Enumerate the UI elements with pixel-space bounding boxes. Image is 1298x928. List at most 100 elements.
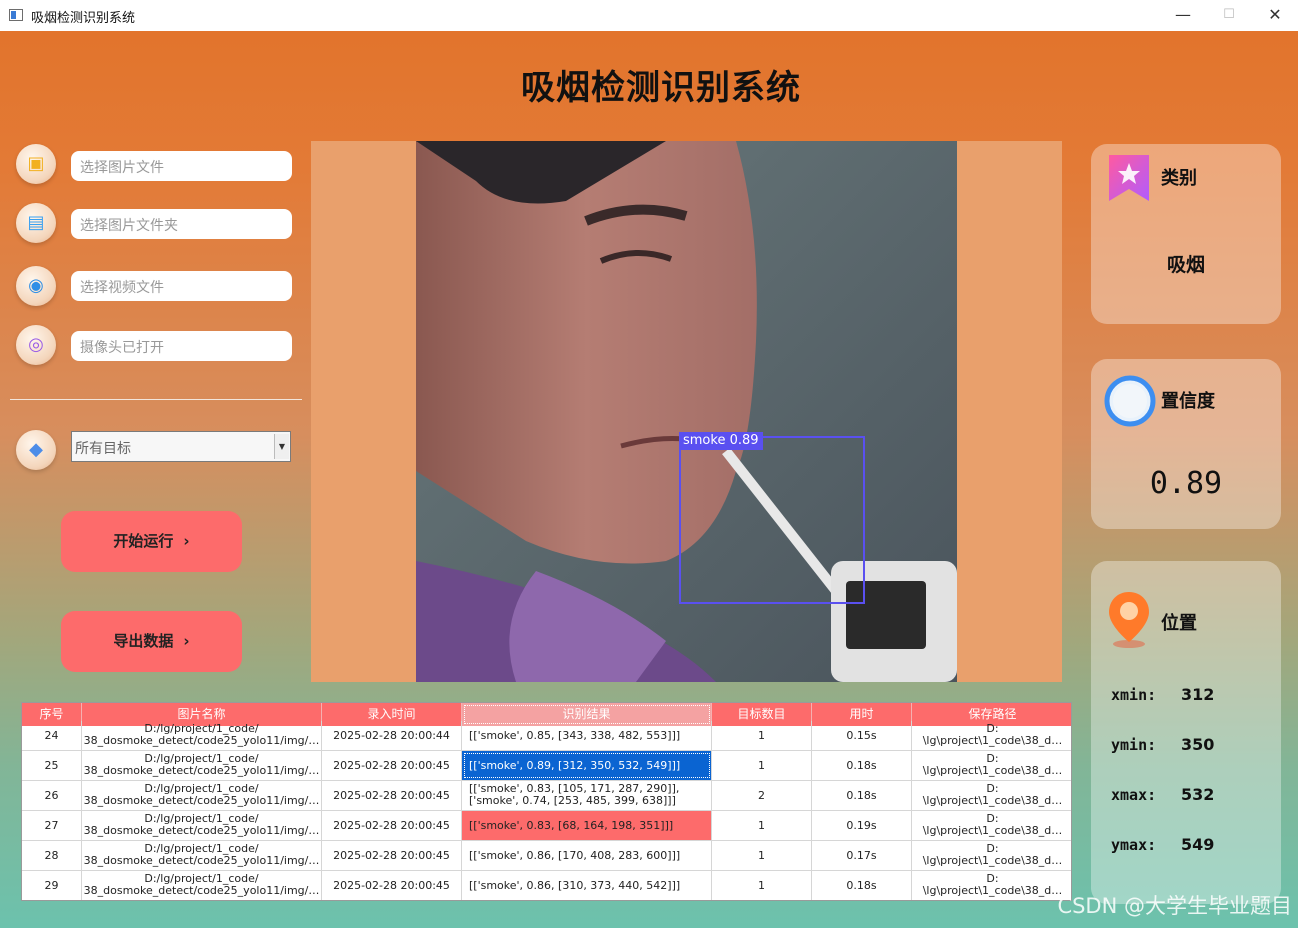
cell-image-name: D:/lg/project/1_code/38_dosmoke_detect/c… — [82, 871, 322, 900]
cell-index: 27 — [22, 811, 82, 840]
ymax-value: 549 — [1181, 835, 1215, 854]
export-data-button[interactable]: 导出数据 › — [61, 611, 242, 672]
cell-save-path: D: \lg\project\1_code\38_d… — [912, 841, 1071, 870]
table-row[interactable]: 26 D:/lg/project/1_code/38_dosmoke_detec… — [22, 781, 1071, 811]
cell-count: 2 — [712, 781, 812, 810]
cell-index: 28 — [22, 841, 82, 870]
xmax-value: 532 — [1181, 785, 1215, 804]
results-table[interactable]: 序号 图片名称 录入时间 识别结果 目标数目 用时 保存路径 24 D:/lg/… — [21, 702, 1072, 901]
start-run-button[interactable]: 开始运行 › — [61, 511, 242, 572]
confidence-label: 置信度 — [1161, 391, 1215, 412]
cell-duration: 0.18s — [812, 781, 912, 810]
cell-result-line2: ['smoke', 0.74, [253, 485, 399, 638]]] — [469, 794, 676, 807]
chevron-right-icon: › — [183, 532, 190, 550]
table-row[interactable]: 25 D:/lg/project/1_code/38_dosmoke_detec… — [22, 751, 1071, 781]
image-folder-field[interactable]: 选择图片文件夹 — [71, 209, 292, 239]
cell-save-path-line2: \lg\project\1_code\38_d… — [922, 734, 1063, 747]
app-window-icon — [9, 9, 23, 21]
cell-save-path: D: \lg\project\1_code\38_d… — [912, 721, 1071, 750]
cell-duration: 0.17s — [812, 841, 912, 870]
cell-save-path: D: \lg\project\1_code\38_d… — [912, 781, 1071, 810]
cell-duration: 0.19s — [812, 811, 912, 840]
cell-count: 1 — [712, 751, 812, 780]
location-pin-icon — [1105, 590, 1153, 650]
ymin-key: ymin: — [1111, 736, 1157, 754]
window-titlebar: 吸烟检测识别系统 — ☐ ✕ — [0, 0, 1298, 32]
cell-image-name: D:/lg/project/1_code/38_dosmoke_detect/c… — [82, 751, 322, 780]
position-label: 位置 — [1161, 613, 1197, 634]
camera-field[interactable]: 摄像头已打开 — [71, 331, 292, 361]
cell-image-name-line2: 38_dosmoke_detect/code25_yolo11/img/… — [83, 854, 320, 867]
cell-image-name-line2: 38_dosmoke_detect/code25_yolo11/img/… — [83, 794, 320, 807]
cell-image-name: D:/lg/project/1_code/38_dosmoke_detect/c… — [82, 841, 322, 870]
window-title: 吸烟检测识别系统 — [31, 11, 136, 26]
divider — [10, 399, 302, 400]
xmin-value: 312 — [1181, 685, 1215, 704]
cell-image-name-line2: 38_dosmoke_detect/code25_yolo11/img/… — [83, 884, 320, 897]
cell-index: 29 — [22, 871, 82, 900]
bookmark-star-icon — [1107, 153, 1151, 203]
cell-count: 1 — [712, 871, 812, 900]
cell-save-path-line2: \lg\project\1_code\38_d… — [922, 854, 1063, 867]
table-row[interactable]: 27 D:/lg/project/1_code/38_dosmoke_detec… — [22, 811, 1071, 841]
cell-time: 2025-02-28 20:00:45 — [322, 781, 462, 810]
export-data-label: 导出数据 — [113, 632, 174, 650]
cell-time: 2025-02-28 20:00:45 — [322, 751, 462, 780]
minimize-button[interactable]: — — [1160, 0, 1206, 31]
video-file-field[interactable]: 选择视频文件 — [71, 271, 292, 301]
cell-result-selected: [['smoke', 0.89, [312, 350, 532, 549]]] — [462, 751, 712, 780]
folder-icon[interactable]: ▤ — [16, 203, 56, 243]
ymin-value: 350 — [1181, 735, 1215, 754]
cell-time: 2025-02-28 20:00:44 — [322, 721, 462, 750]
target-select[interactable]: 所有目标 ▼ — [71, 431, 291, 462]
cell-save-path: D: \lg\project\1_code\38_d… — [912, 751, 1071, 780]
confidence-ring-icon — [1103, 374, 1157, 428]
cell-duration: 0.18s — [812, 751, 912, 780]
cell-result: [['smoke', 0.86, [310, 373, 440, 542]]] — [462, 871, 712, 900]
cell-save-path-line2: \lg\project\1_code\38_d… — [922, 794, 1063, 807]
close-button[interactable]: ✕ — [1252, 0, 1298, 31]
watermark: CSDN @大学生毕业题目 — [1057, 894, 1292, 918]
target-select-value: 所有目标 — [75, 441, 131, 457]
camera-icon[interactable]: ◎ — [16, 325, 56, 365]
cell-save-path-line2: \lg\project\1_code\38_d… — [922, 824, 1063, 837]
cell-time: 2025-02-28 20:00:45 — [322, 871, 462, 900]
confidence-value: 0.89 — [1149, 466, 1223, 501]
cell-save-path: D: \lg\project\1_code\38_d… — [912, 811, 1071, 840]
cell-result-highlighted: [['smoke', 0.83, [68, 164, 198, 351]]] — [462, 811, 712, 840]
cell-result: [['smoke', 0.83, [105, 171, 287, 290]],[… — [462, 781, 712, 810]
category-label: 类别 — [1161, 168, 1197, 189]
cell-time: 2025-02-28 20:00:45 — [322, 841, 462, 870]
ymax-key: ymax: — [1111, 836, 1157, 854]
maximize-button[interactable]: ☐ — [1206, 0, 1252, 31]
cell-image-name: D:/lg/project/1_code/38_dosmoke_detect/c… — [82, 721, 322, 750]
chevron-down-icon[interactable]: ▼ — [274, 434, 289, 459]
cell-image-name-line2: 38_dosmoke_detect/code25_yolo11/img/… — [83, 824, 320, 837]
cell-count: 1 — [712, 721, 812, 750]
cell-duration: 0.15s — [812, 721, 912, 750]
cell-index: 24 — [22, 721, 82, 750]
detection-box — [679, 436, 865, 604]
tag-icon: ◆ — [16, 430, 56, 470]
cell-image-name-line2: 38_dosmoke_detect/code25_yolo11/img/… — [83, 764, 320, 777]
cell-image-name: D:/lg/project/1_code/38_dosmoke_detect/c… — [82, 811, 322, 840]
table-row[interactable]: 29 D:/lg/project/1_code/38_dosmoke_detec… — [22, 871, 1071, 900]
cell-save-path-line2: \lg\project\1_code\38_d… — [922, 764, 1063, 777]
cell-index: 25 — [22, 751, 82, 780]
cell-duration: 0.18s — [812, 871, 912, 900]
cell-result: [['smoke', 0.85, [343, 338, 482, 553]]] — [462, 721, 712, 750]
start-run-label: 开始运行 — [113, 532, 174, 550]
detection-label: smoke 0.89 — [679, 432, 763, 450]
table-row[interactable]: 24 D:/lg/project/1_code/38_dosmoke_detec… — [22, 721, 1071, 751]
cell-result: [['smoke', 0.86, [170, 408, 283, 600]]] — [462, 841, 712, 870]
xmax-key: xmax: — [1111, 786, 1157, 804]
page-title: 吸烟检测识别系统 — [521, 68, 801, 108]
category-value: 吸烟 — [1166, 254, 1205, 276]
cell-image-name-line2: 38_dosmoke_detect/code25_yolo11/img/… — [83, 734, 320, 747]
table-row[interactable]: 28 D:/lg/project/1_code/38_dosmoke_detec… — [22, 841, 1071, 871]
image-file-icon[interactable]: ▣ — [16, 144, 56, 184]
chevron-right-icon: › — [183, 632, 190, 650]
image-file-field[interactable]: 选择图片文件 — [71, 151, 292, 181]
video-icon[interactable]: ◉ — [16, 266, 56, 306]
cell-count: 1 — [712, 841, 812, 870]
